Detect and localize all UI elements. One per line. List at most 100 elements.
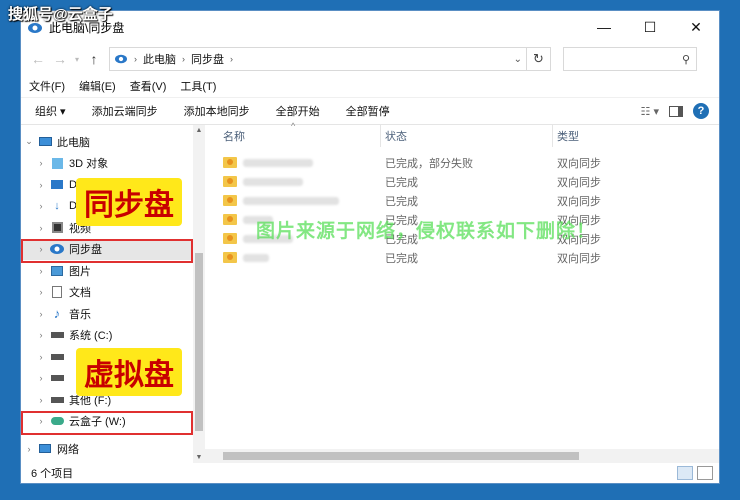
table-row[interactable]: 已完成 双向同步: [205, 248, 719, 267]
row-status: 已完成: [385, 176, 418, 189]
refresh-button[interactable]: ↻: [527, 47, 551, 71]
nav-item-system-c[interactable]: › 系统 (C:): [21, 325, 204, 347]
file-name: [243, 158, 313, 167]
table-row[interactable]: 已完成，部分失败 双向同步: [205, 153, 719, 172]
column-type[interactable]: 类型: [553, 125, 673, 147]
cloud-sync-icon: [115, 54, 127, 64]
sync-folder-icon: [223, 252, 237, 263]
nav-item-label: 文档: [69, 287, 91, 300]
pc-icon: [37, 135, 53, 149]
nav-vertical-scrollbar[interactable]: ▲ ▼: [193, 125, 205, 463]
breadcrumb-chevron-icon: ›: [182, 54, 185, 64]
add-cloud-sync-button[interactable]: 添加云端同步: [92, 103, 158, 119]
drive-icon: [49, 350, 65, 364]
details-view-icon[interactable]: [677, 466, 693, 480]
minimize-button[interactable]: —: [581, 11, 627, 43]
address-dropdown-icon[interactable]: ⌄: [514, 54, 522, 65]
video-icon: [49, 221, 65, 235]
chevron-right-icon[interactable]: ›: [33, 158, 49, 168]
sync-folder-icon: [223, 233, 237, 244]
add-local-sync-button[interactable]: 添加本地同步: [184, 103, 250, 119]
address-input[interactable]: › 此电脑 › 同步盘 › ⌄: [109, 47, 527, 71]
chevron-right-icon[interactable]: ›: [21, 444, 37, 454]
column-name[interactable]: 名称 ^: [205, 121, 381, 147]
breadcrumb-this-pc[interactable]: 此电脑: [143, 51, 176, 67]
row-status: 已完成: [385, 252, 418, 265]
close-button[interactable]: ✕: [673, 11, 719, 43]
music-icon: ♪: [53, 306, 61, 322]
menu-edit[interactable]: 编辑(E): [79, 78, 116, 94]
virtual-disk-highlight-box: [21, 411, 193, 435]
horizontal-scrollbar[interactable]: [205, 449, 719, 463]
chevron-right-icon[interactable]: ›: [33, 330, 49, 340]
menu-file[interactable]: 文件(F): [29, 78, 65, 94]
chevron-right-icon[interactable]: ›: [33, 223, 49, 233]
chevron-right-icon[interactable]: ›: [33, 180, 49, 190]
row-type: 双向同步: [557, 195, 601, 208]
scroll-down-icon[interactable]: ▼: [193, 454, 205, 461]
forward-button[interactable]: →: [49, 48, 71, 70]
preview-pane-icon[interactable]: [669, 105, 683, 117]
scrollbar-thumb[interactable]: [195, 253, 203, 431]
nav-item-label: 3D 对象: [69, 158, 109, 171]
nav-item-documents[interactable]: › 文档: [21, 282, 204, 304]
watermark-text: 图片来源于网络，侵权联系如下删除！: [256, 221, 597, 242]
table-row[interactable]: 已完成 双向同步: [205, 191, 719, 210]
explorer-window: 此电脑\同步盘 — ☐ ✕ ← → ▾ ↑ › 此电脑 › 同步盘 › ⌄ ↻ …: [20, 10, 720, 484]
nav-item-this-pc[interactable]: ⌄ 此电脑: [21, 131, 204, 153]
row-type: 双向同步: [557, 176, 601, 189]
breadcrumb-chevron-icon: ›: [230, 54, 233, 64]
menu-tools[interactable]: 工具(T): [180, 78, 216, 94]
picture-icon: [49, 264, 65, 278]
row-type: 双向同步: [557, 252, 601, 265]
sync-disk-callout: 同步盘: [76, 178, 182, 226]
file-name: [243, 253, 269, 262]
recent-dropdown-icon[interactable]: ▾: [71, 48, 83, 70]
menu-view[interactable]: 查看(V): [130, 78, 167, 94]
expanded-chevron-icon[interactable]: ⌄: [21, 136, 37, 147]
chevron-right-icon[interactable]: ›: [33, 266, 49, 276]
chevron-right-icon[interactable]: ›: [33, 395, 49, 405]
search-input[interactable]: ⚲: [563, 47, 697, 71]
drive-icon: [49, 328, 65, 342]
column-status[interactable]: 状态: [381, 125, 553, 147]
large-icons-view-icon[interactable]: [697, 466, 713, 480]
watermark-text: 搜狐号@云盒子: [8, 6, 113, 23]
address-bar: ← → ▾ ↑ › 此电脑 › 同步盘 › ⌄ ↻ ⚲: [21, 43, 719, 75]
nav-item-label: 网络: [57, 443, 79, 456]
organize-button[interactable]: 组织 ▾: [35, 103, 66, 119]
pause-all-button[interactable]: 全部暂停: [346, 103, 390, 119]
nav-item-label: 音乐: [69, 308, 91, 321]
help-icon[interactable]: ?: [693, 103, 709, 119]
view-options-icon[interactable]: ☷ ▾: [641, 105, 659, 118]
scrollbar-thumb[interactable]: [223, 452, 579, 460]
chevron-right-icon[interactable]: ›: [33, 309, 49, 319]
cube-icon: [49, 156, 65, 170]
chevron-right-icon[interactable]: ›: [33, 352, 49, 362]
start-all-button[interactable]: 全部开始: [276, 103, 320, 119]
nav-item-label: 系统 (C:): [69, 330, 113, 343]
document-icon: [49, 285, 65, 299]
folder-icon: [49, 178, 65, 192]
table-row[interactable]: 已完成 双向同步: [205, 172, 719, 191]
back-button[interactable]: ←: [27, 48, 49, 70]
sync-folder-icon: [223, 195, 237, 206]
sync-disk-highlight-box: [21, 239, 193, 263]
nav-item-network[interactable]: › 网络: [21, 438, 204, 460]
breadcrumb-chevron-icon: ›: [134, 54, 137, 64]
virtual-disk-callout: 虚拟盘: [76, 348, 182, 396]
nav-item-pictures[interactable]: › 图片: [21, 260, 204, 282]
maximize-button[interactable]: ☐: [627, 11, 673, 43]
command-toolbar: 组织 ▾ 添加云端同步 添加本地同步 全部开始 全部暂停 ☷ ▾ ?: [21, 97, 719, 125]
chevron-right-icon[interactable]: ›: [33, 373, 49, 383]
chevron-right-icon[interactable]: ›: [33, 287, 49, 297]
navigation-pane: ⌄ 此电脑 › 3D 对象 › D › ↓ D › 视频 › 同步盘 › 图片 …: [21, 125, 205, 463]
up-button[interactable]: ↑: [83, 48, 105, 70]
row-type: 双向同步: [557, 157, 601, 170]
scroll-up-icon[interactable]: ▲: [193, 127, 205, 134]
chevron-right-icon[interactable]: ›: [33, 201, 49, 211]
nav-item-3d-objects[interactable]: › 3D 对象: [21, 153, 204, 175]
nav-item-music[interactable]: › ♪ 音乐: [21, 303, 204, 325]
title-bar: 此电脑\同步盘 — ☐ ✕: [21, 11, 719, 43]
breadcrumb-sync-disk[interactable]: 同步盘: [191, 51, 224, 67]
